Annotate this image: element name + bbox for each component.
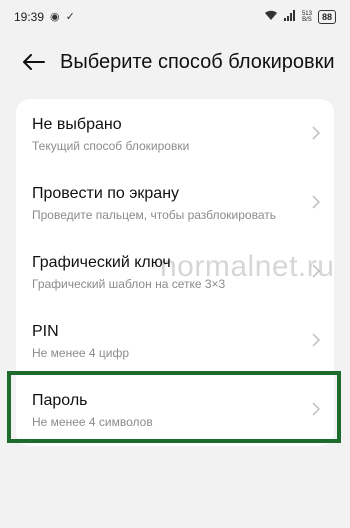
option-swipe[interactable]: Провести по экрану Проведите пальцем, чт…	[16, 168, 334, 237]
chevron-right-icon	[312, 333, 320, 347]
option-subtitle: Не менее 4 символов	[32, 415, 153, 429]
option-title: Пароль	[32, 392, 88, 409]
option-title: Графический ключ	[32, 254, 171, 271]
arrow-left-icon	[23, 54, 45, 70]
lock-options-card: Не выбрано Текущий способ блокировки Про…	[16, 99, 334, 446]
option-none[interactable]: Не выбрано Текущий способ блокировки	[16, 99, 334, 168]
header: Выберите способ блокировки э...	[0, 42, 350, 82]
signal-icon	[283, 10, 296, 24]
option-pin[interactable]: PIN Не менее 4 цифр	[16, 306, 334, 375]
chevron-right-icon	[312, 402, 320, 416]
option-subtitle: Графический шаблон на сетке 3×3	[32, 277, 226, 291]
check-icon: ✓	[65, 10, 75, 23]
battery-icon: 88	[317, 10, 336, 24]
option-subtitle: Не менее 4 цифр	[32, 346, 130, 360]
option-subtitle: Проведите пальцем, чтобы разблокировать	[32, 208, 276, 222]
option-title: PIN	[32, 323, 59, 340]
back-button[interactable]	[14, 42, 54, 82]
option-title: Не выбрано	[32, 116, 122, 133]
notification-icon: ◉	[50, 10, 60, 23]
option-pattern[interactable]: Графический ключ Графический шаблон на с…	[16, 237, 334, 306]
net-speed: 513 B/S	[302, 11, 312, 23]
status-right: 513 B/S 88	[264, 10, 336, 24]
chevron-right-icon	[312, 126, 320, 140]
net-speed-unit: B/S	[302, 17, 312, 23]
option-subtitle: Текущий способ блокировки	[32, 139, 190, 153]
status-bar: 19:39 ◉ ✓ 513 B/S 88	[0, 0, 350, 34]
wifi-icon	[264, 10, 278, 24]
chevron-right-icon	[312, 195, 320, 209]
status-left: 19:39 ◉ ✓	[14, 10, 75, 24]
status-time: 19:39	[14, 10, 45, 24]
option-password[interactable]: Пароль Не менее 4 символов	[16, 375, 334, 444]
page-title: Выберите способ блокировки э...	[60, 50, 334, 73]
chevron-right-icon	[312, 264, 320, 278]
option-title: Провести по экрану	[32, 185, 180, 202]
